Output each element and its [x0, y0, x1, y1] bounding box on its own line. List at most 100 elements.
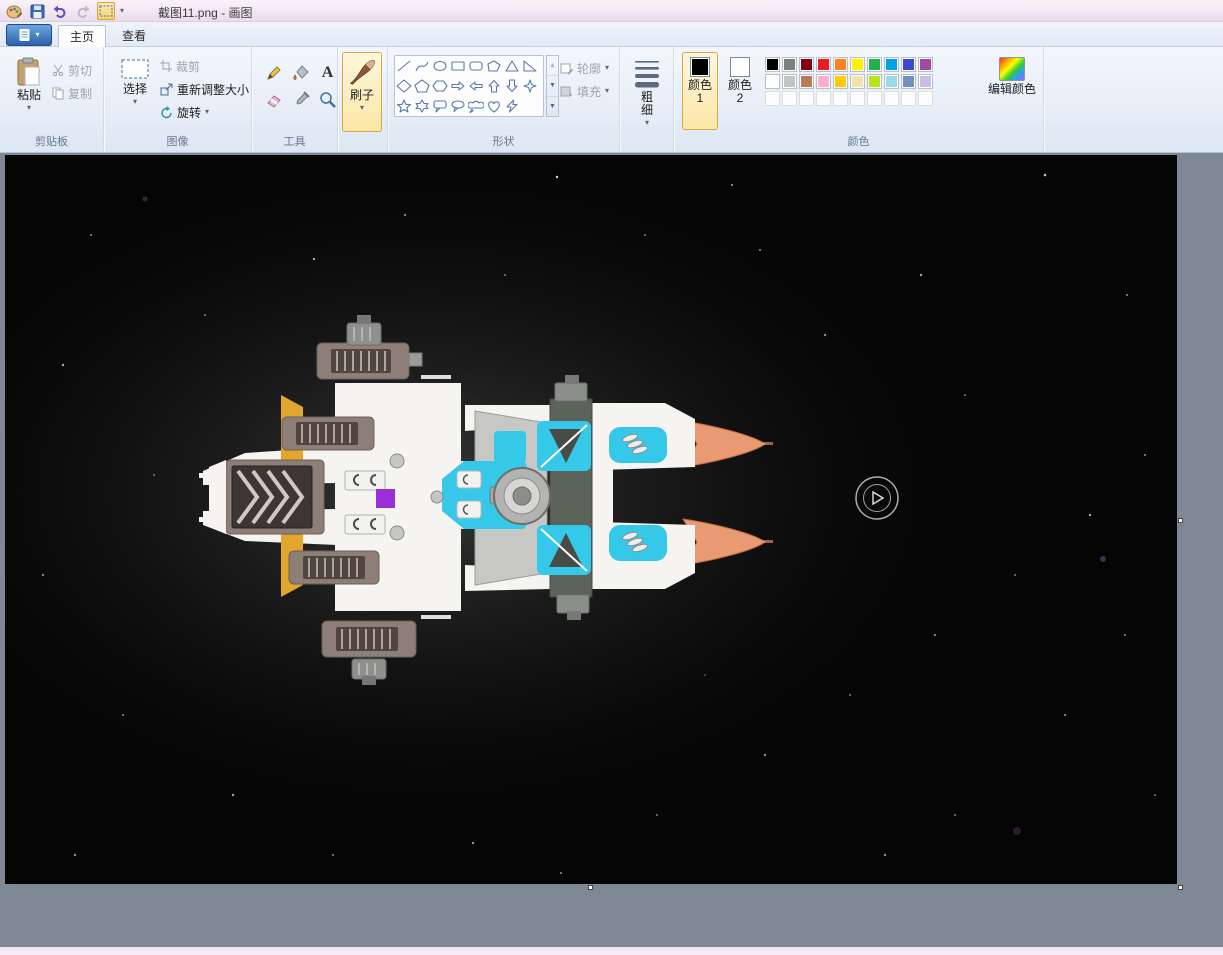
- shape-triangle[interactable]: [503, 56, 521, 76]
- paste-button[interactable]: 粘贴 ▾: [8, 52, 50, 130]
- palette-color[interactable]: [867, 74, 882, 89]
- qat-customize-caret-icon[interactable]: ▾: [120, 7, 124, 15]
- tab-view[interactable]: 查看: [110, 25, 158, 47]
- qat-selection-tool-button[interactable]: [97, 2, 115, 20]
- copy-button[interactable]: 复制: [52, 84, 92, 102]
- shape-callout-cloud[interactable]: [467, 96, 485, 116]
- shape-right-triangle[interactable]: [521, 56, 539, 76]
- shape-ellipse[interactable]: [431, 56, 449, 76]
- palette-empty-slot[interactable]: [816, 91, 831, 106]
- shape-lightning[interactable]: [503, 96, 521, 116]
- color1-button[interactable]: 颜色 1: [682, 52, 718, 130]
- fill-tool[interactable]: [287, 59, 314, 86]
- group-clipboard: 粘贴 ▾ 剪切 复制 剪贴板: [0, 47, 104, 152]
- brushes-button[interactable]: 刷子 ▾: [342, 52, 382, 132]
- shapes-expand-button[interactable]: ▼: [547, 97, 558, 116]
- color-picker-tool[interactable]: [287, 86, 314, 113]
- cut-button[interactable]: 剪切: [52, 61, 92, 79]
- canvas-resize-handle-bottom[interactable]: [588, 885, 593, 890]
- text-tool[interactable]: A: [314, 59, 341, 86]
- shape-fill-button[interactable]: 填充 ▾: [560, 82, 609, 100]
- undo-button[interactable]: [51, 2, 69, 20]
- drawing-canvas[interactable]: [5, 155, 1177, 884]
- palette-empty-slot[interactable]: [918, 91, 933, 106]
- shape-heart[interactable]: [485, 96, 503, 116]
- palette-color[interactable]: [867, 57, 882, 72]
- palette-color[interactable]: [816, 57, 831, 72]
- palette-empty-slot[interactable]: [833, 91, 848, 106]
- palette-color[interactable]: [833, 74, 848, 89]
- size-label: 粗细: [640, 90, 653, 117]
- shape-curve[interactable]: [413, 56, 431, 76]
- redo-button[interactable]: [74, 2, 92, 20]
- color2-button[interactable]: 颜色 2: [722, 52, 758, 130]
- shape-star-4[interactable]: [521, 76, 539, 96]
- rotate-button[interactable]: 旋转 ▾: [160, 103, 209, 121]
- shape-rounded-rectangle[interactable]: [467, 56, 485, 76]
- tab-view-label: 查看: [121, 29, 146, 43]
- palette-color[interactable]: [884, 57, 899, 72]
- palette-color[interactable]: [816, 74, 831, 89]
- palette-color[interactable]: [850, 74, 865, 89]
- shape-line[interactable]: [395, 56, 413, 76]
- eraser-tool[interactable]: [260, 86, 287, 113]
- palette-color[interactable]: [850, 57, 865, 72]
- magnifier-tool[interactable]: [314, 86, 341, 113]
- paste-icon: [17, 57, 40, 86]
- palette-color[interactable]: [765, 57, 780, 72]
- palette-color[interactable]: [782, 57, 797, 72]
- shape-polygon[interactable]: [485, 56, 503, 76]
- palette-empty-slot[interactable]: [799, 91, 814, 106]
- brushes-label: 刷子: [349, 88, 374, 102]
- title-bar: ▾ 截图11.png - 画图: [0, 0, 1223, 22]
- shape-rectangle[interactable]: [449, 56, 467, 76]
- palette-empty-slot[interactable]: [867, 91, 882, 106]
- shape-pentagon[interactable]: [413, 76, 431, 96]
- shape-arrow-left[interactable]: [467, 76, 485, 96]
- palette-empty-slot[interactable]: [901, 91, 916, 106]
- color2-swatch: [730, 57, 750, 77]
- shape-arrow-up[interactable]: [485, 76, 503, 96]
- resize-button[interactable]: 重新调整大小: [160, 80, 249, 98]
- shape-callout-rounded[interactable]: [431, 96, 449, 116]
- palette-color[interactable]: [918, 74, 933, 89]
- palette-empty-slot[interactable]: [765, 91, 780, 106]
- shape-callout-oval[interactable]: [449, 96, 467, 116]
- canvas-resize-handle-corner[interactable]: [1178, 885, 1183, 890]
- shape-star-6[interactable]: [413, 96, 431, 116]
- palette-color[interactable]: [782, 74, 797, 89]
- shape-arrow-down[interactable]: [503, 76, 521, 96]
- shape-outline-button[interactable]: 轮廓 ▾: [560, 59, 609, 77]
- crop-button[interactable]: 裁剪: [160, 57, 200, 75]
- palette-color[interactable]: [799, 57, 814, 72]
- edit-colors-button[interactable]: 编辑颜色: [986, 52, 1038, 130]
- palette-color[interactable]: [799, 74, 814, 89]
- palette-color[interactable]: [884, 74, 899, 89]
- palette-empty-slot[interactable]: [850, 91, 865, 106]
- menu-button[interactable]: ▾: [6, 24, 52, 46]
- size-button[interactable]: 粗细 ▾: [628, 52, 666, 144]
- save-button[interactable]: [28, 2, 46, 20]
- shapes-scroll-up[interactable]: ▲: [547, 56, 558, 77]
- shape-star-5[interactable]: [395, 96, 413, 116]
- brush-icon: [349, 60, 375, 85]
- palette-color[interactable]: [765, 74, 780, 89]
- palette-color[interactable]: [833, 57, 848, 72]
- copy-label: 复制: [68, 86, 93, 101]
- tab-home[interactable]: 主页: [58, 25, 106, 47]
- palette-empty-slot[interactable]: [782, 91, 797, 106]
- shapes-scroll-down[interactable]: ▼: [547, 76, 558, 97]
- palette-color[interactable]: [918, 57, 933, 72]
- shape-hexagon[interactable]: [431, 76, 449, 96]
- shape-diamond[interactable]: [395, 76, 413, 96]
- select-button[interactable]: 选择 ▾: [114, 52, 156, 130]
- canvas-resize-handle-right[interactable]: [1178, 518, 1183, 523]
- shape-arrow-right[interactable]: [449, 76, 467, 96]
- palette-color[interactable]: [901, 57, 916, 72]
- pencil-tool[interactable]: [260, 59, 287, 86]
- resize-label: 重新调整大小: [177, 82, 250, 97]
- palette-color[interactable]: [901, 74, 916, 89]
- app-icon[interactable]: [5, 2, 23, 20]
- palette-empty-slot[interactable]: [884, 91, 899, 106]
- fill-caret-icon: ▾: [605, 86, 610, 95]
